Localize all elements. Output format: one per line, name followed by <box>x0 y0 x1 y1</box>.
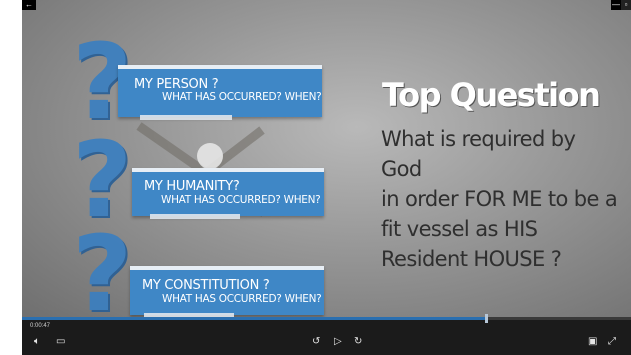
mini-view-icon[interactable]: ▣ <box>588 337 597 347</box>
subtitles-icon[interactable]: ▭ <box>56 337 65 347</box>
minimize-button[interactable]: — <box>611 0 621 10</box>
banner-title: MY PERSON ? <box>134 77 219 92</box>
elapsed-time: 0:00:47 <box>30 323 51 329</box>
question-mark-icon: ? <box>72 213 133 318</box>
banner-title: MY HUMANITY? <box>144 179 240 194</box>
banner-underline <box>140 115 232 120</box>
restore-button[interactable]: ▫ <box>621 0 631 10</box>
back-button[interactable]: ← <box>22 0 36 10</box>
topic-banner-person: MY PERSON ? WHAT HAS OCCURRED? WHEN? <box>118 65 322 117</box>
skip-forward-30-icon[interactable]: ↻ <box>354 337 362 347</box>
play-icon[interactable]: ▷ <box>334 337 342 347</box>
fullscreen-icon[interactable]: ⤢ <box>608 337 616 347</box>
banner-subtitle: WHAT HAS OCCURRED? WHEN? <box>162 90 322 103</box>
seek-bar-fill <box>22 317 485 320</box>
slide-question-text: What is required by God in order FOR ME … <box>381 127 618 271</box>
topic-banner-humanity: MY HUMANITY? WHAT HAS OCCURRED? WHEN? <box>132 168 324 216</box>
seek-handle[interactable] <box>485 314 488 323</box>
video-frame[interactable]: ← — ▫ ? ? ? MY PERSON ? WHAT HAS OCCURRE… <box>22 0 631 318</box>
skip-back-10-icon[interactable]: ↺ <box>312 337 320 347</box>
slide-headline: Top Question <box>382 76 601 114</box>
volume-icon[interactable]: 🔈︎ <box>34 337 40 347</box>
banner-subtitle: WHAT HAS OCCURRED? WHEN? <box>161 193 321 206</box>
banner-subtitle: WHAT HAS OCCURRED? WHEN? <box>162 292 322 305</box>
banner-underline <box>150 214 240 219</box>
video-player[interactable]: ← — ▫ ? ? ? MY PERSON ? WHAT HAS OCCURRE… <box>22 0 631 355</box>
seek-bar[interactable] <box>22 314 631 323</box>
topic-banner-constitution: MY CONSTITUTION ? WHAT HAS OCCURRED? WHE… <box>130 266 324 315</box>
banner-title: MY CONSTITUTION ? <box>142 278 270 293</box>
